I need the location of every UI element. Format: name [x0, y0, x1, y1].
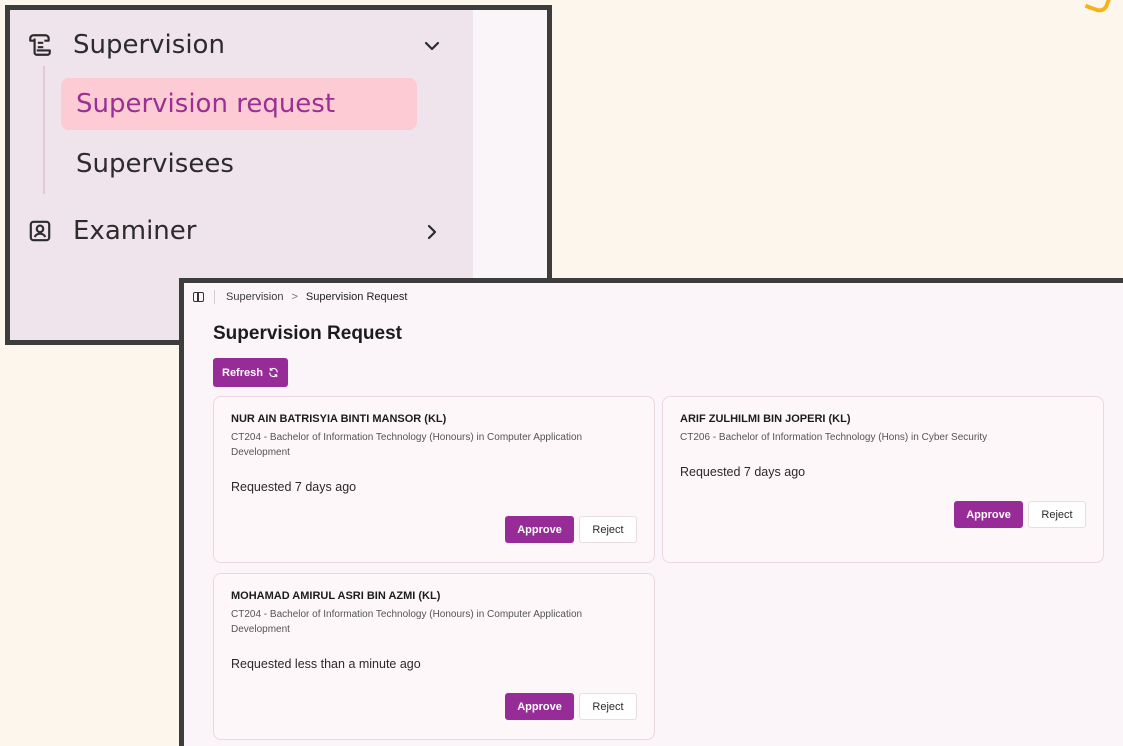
requested-time: Requested 7 days ago: [231, 480, 357, 494]
requested-time: Requested 7 days ago: [680, 465, 806, 479]
student-name: ARIF ZULHILMI BIN JOPERI (KL): [680, 413, 851, 425]
approve-button[interactable]: Approve: [505, 516, 574, 543]
breadcrumb-separator: >: [291, 291, 298, 303]
approve-button[interactable]: Approve: [954, 501, 1023, 528]
program-text: CT204 - Bachelor of Information Technolo…: [231, 609, 583, 635]
reject-button[interactable]: Reject: [579, 516, 637, 543]
reject-button[interactable]: Reject: [579, 693, 637, 720]
approve-button[interactable]: Approve: [505, 693, 574, 720]
refresh-button[interactable]: Refresh: [213, 358, 288, 387]
divider: [214, 290, 215, 304]
page-title: Supervision Request: [213, 323, 402, 344]
refresh-label: Refresh: [222, 366, 263, 379]
requested-time: Requested less than a minute ago: [231, 657, 421, 671]
request-card: ARIF ZULHILMI BIN JOPERI (KL) CT206 - Ba…: [662, 396, 1104, 563]
sidebar-subitem-supervisees[interactable]: Supervisees: [61, 138, 417, 190]
program-text: CT206 - Bachelor of Information Technolo…: [680, 432, 988, 443]
sidebar-subitem-supervision-request[interactable]: Supervision request: [61, 78, 417, 130]
request-card: NUR AIN BATRISYIA BINTI MANSOR (KL) CT20…: [213, 396, 655, 563]
sidebar-item-examiner[interactable]: Examiner: [10, 213, 196, 249]
student-name: MOHAMAD AMIRUL ASRI BIN AZMI (KL): [231, 590, 441, 602]
app-window: Supervision > Supervision Request Superv…: [179, 278, 1123, 746]
decorative-accent: [1084, 0, 1112, 16]
breadcrumb-current: Supervision Request: [305, 291, 408, 303]
submenu-guide-line: [43, 66, 45, 194]
scroll-icon: [29, 34, 51, 56]
program-text: CT204 - Bachelor of Information Technolo…: [231, 432, 583, 458]
breadcrumb: Supervision > Supervision Request: [226, 291, 407, 303]
sidebar-item-label: Supervision: [73, 30, 225, 60]
sidebar-item-label: Examiner: [73, 216, 197, 246]
refresh-icon: [269, 367, 278, 378]
sidebar-subitem-label: Supervision request: [76, 89, 336, 119]
chevron-down-icon[interactable]: [420, 34, 444, 58]
chevron-right-icon[interactable]: [420, 220, 444, 244]
top-bar: Supervision > Supervision Request: [184, 283, 1123, 311]
sidebar-item-supervision[interactable]: Supervision: [10, 27, 225, 63]
user-card-icon: [29, 220, 51, 242]
request-card: MOHAMAD AMIRUL ASRI BIN AZMI (KL) CT204 …: [213, 573, 655, 740]
student-name: NUR AIN BATRISYIA BINTI MANSOR (KL): [231, 413, 447, 425]
sidebar-subitem-label: Supervisees: [76, 149, 234, 179]
sidebar-toggle-icon[interactable]: [193, 292, 204, 302]
reject-button[interactable]: Reject: [1028, 501, 1086, 528]
breadcrumb-item[interactable]: Supervision: [226, 291, 283, 303]
